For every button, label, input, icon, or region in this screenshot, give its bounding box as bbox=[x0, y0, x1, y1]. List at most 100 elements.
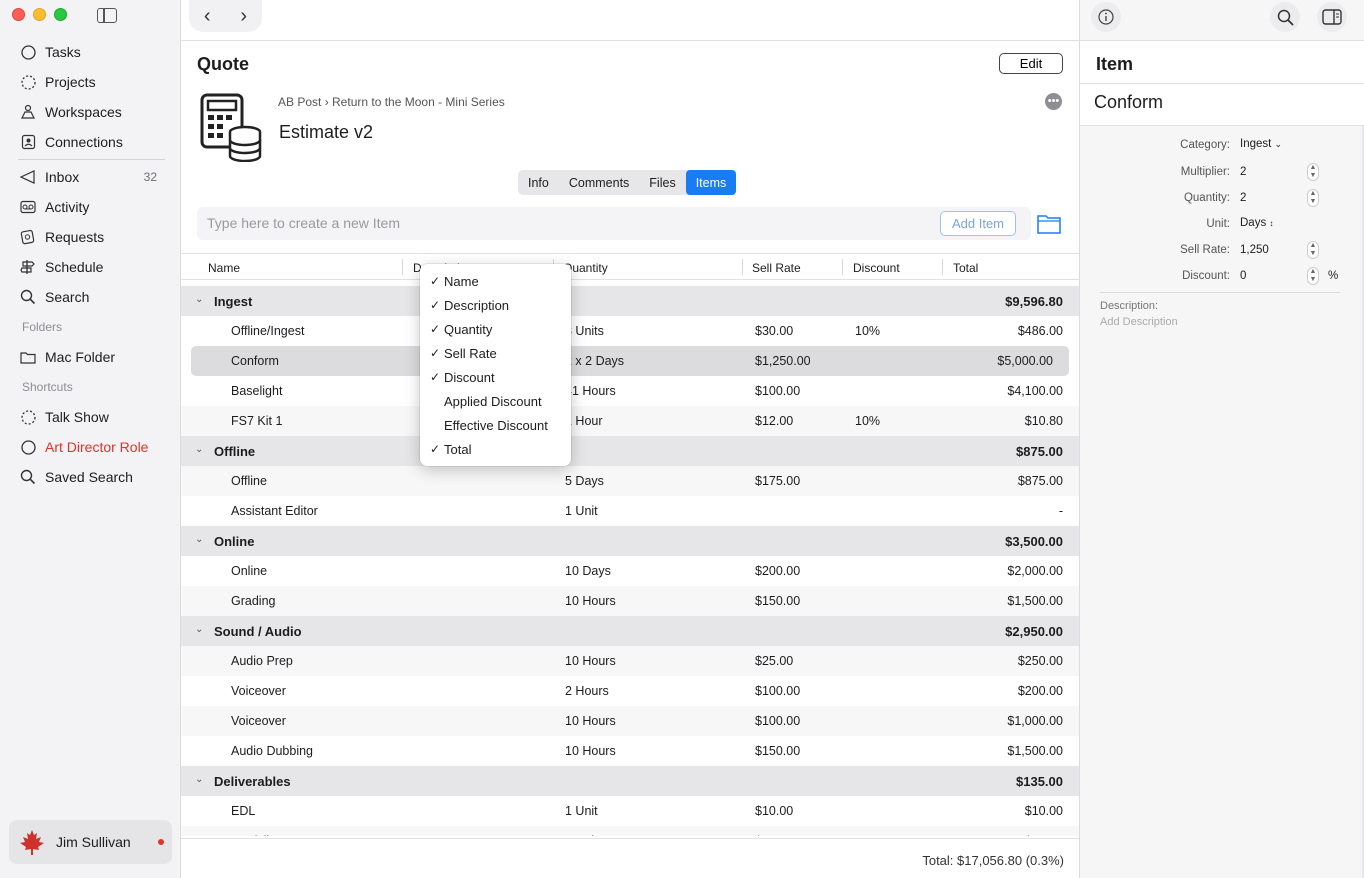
menu-item-name[interactable]: ✓ Name bbox=[420, 269, 571, 293]
description-field[interactable]: Add Description bbox=[1100, 316, 1178, 328]
category-select[interactable]: Ingest ⌄ bbox=[1240, 138, 1282, 150]
sidebar-toggle-icon[interactable] bbox=[97, 8, 117, 23]
sidebar-item-workspaces[interactable]: Workspaces bbox=[0, 99, 181, 125]
checkmark-icon: ✓ bbox=[429, 298, 440, 312]
discount-stepper[interactable]: ▲ ▼ bbox=[1307, 267, 1319, 285]
more-options-icon[interactable]: ••• bbox=[1045, 93, 1062, 110]
item-name: Grading bbox=[231, 594, 276, 608]
shortcut-talk-show[interactable]: Talk Show bbox=[0, 404, 181, 430]
group-total: $3,500.00 bbox=[1005, 534, 1063, 549]
multiplier-field[interactable]: 2 bbox=[1240, 166, 1246, 178]
sidebar-item-requests[interactable]: Requests bbox=[0, 224, 181, 250]
sidebar-item-projects[interactable]: Projects bbox=[0, 69, 181, 95]
quantity-field[interactable]: 2 bbox=[1240, 192, 1246, 204]
chevron-down-icon[interactable]: ⌄ bbox=[195, 624, 203, 635]
info-icon[interactable] bbox=[1091, 2, 1121, 32]
sidebar-item-search[interactable]: Search bbox=[0, 284, 181, 310]
chevron-down-icon[interactable]: ⌄ bbox=[195, 444, 203, 455]
minimize-window-button[interactable] bbox=[33, 8, 46, 21]
column-header-discount[interactable]: Discount bbox=[853, 261, 900, 275]
edit-button[interactable]: Edit bbox=[999, 53, 1063, 74]
table-row[interactable]: Assistant Editor 1 Unit - bbox=[181, 496, 1079, 526]
shortcut-saved-search[interactable]: Saved Search bbox=[0, 464, 181, 490]
menu-item-applied-discount[interactable]: Applied Discount bbox=[420, 389, 571, 413]
quantity-stepper[interactable]: ▲ ▼ bbox=[1307, 189, 1319, 207]
unit-select[interactable]: Days ↕ bbox=[1240, 217, 1273, 229]
new-item-input[interactable] bbox=[207, 215, 907, 231]
add-item-button[interactable]: Add Item bbox=[940, 211, 1016, 236]
back-arrow-icon[interactable]: ‹ bbox=[204, 5, 211, 28]
table-row[interactable]: Baselight 41 Hours $100.00 $4,100.00 bbox=[181, 376, 1079, 406]
column-header-total[interactable]: Total bbox=[953, 261, 978, 275]
chevron-down-icon[interactable]: ⌄ bbox=[195, 534, 203, 545]
tab-files[interactable]: Files bbox=[639, 170, 685, 195]
tab-items[interactable]: Items bbox=[685, 170, 737, 195]
inspector-toggle-icon[interactable] bbox=[1317, 2, 1347, 32]
group-row[interactable]: ⌄ Deliverables $135.00 bbox=[181, 766, 1079, 796]
table-row[interactable]: Voiceover 2 Hours $100.00 $200.00 bbox=[181, 676, 1079, 706]
menu-item-discount[interactable]: ✓ Discount bbox=[420, 365, 571, 389]
sell-rate-stepper[interactable]: ▲ ▼ bbox=[1307, 241, 1319, 259]
group-name: Sound / Audio bbox=[214, 624, 302, 639]
table-row[interactable]: Offline/Ingest 8 Units $30.00 10% $486.00 bbox=[181, 316, 1079, 346]
sidebar-item-activity[interactable]: Activity bbox=[0, 194, 181, 220]
discount-field[interactable]: 0 bbox=[1240, 270, 1246, 282]
sell-rate-field[interactable]: 1,250 bbox=[1240, 244, 1269, 256]
group-total: $135.00 bbox=[1016, 774, 1063, 789]
group-row[interactable]: ⌄ Offline $875.00 bbox=[181, 436, 1079, 466]
table-row[interactable]: Audio Dubbing 10 Hours $150.00 $1,500.00 bbox=[181, 736, 1079, 766]
item-name[interactable]: Conform bbox=[1094, 92, 1163, 113]
group-row[interactable]: ⌄ Sound / Audio $2,950.00 bbox=[181, 616, 1079, 646]
item-quantity: 2 x 2 Days bbox=[565, 354, 625, 368]
item-total: $1,500.00 bbox=[1007, 594, 1063, 608]
sidebar-item-mac-folder[interactable]: Mac Folder bbox=[0, 344, 181, 370]
chevron-down-icon[interactable]: ⌄ bbox=[195, 294, 203, 305]
sidebar-item-label: Requests bbox=[45, 229, 105, 245]
column-header-name[interactable]: Name bbox=[208, 261, 240, 275]
group-row[interactable]: ⌄ Ingest $9,596.80 bbox=[181, 286, 1079, 316]
table-row[interactable]: EDL 1 Unit $10.00 $10.00 bbox=[181, 796, 1079, 826]
group-row[interactable]: ⌄ Online $3,500.00 bbox=[181, 526, 1079, 556]
menu-item-label: Applied Discount bbox=[444, 393, 542, 409]
table-row[interactable]: Prodyll QC 1 Unit $50.00 $50.00 bbox=[181, 826, 1079, 836]
table-row[interactable]: Grading 10 Hours $150.00 $1,500.00 bbox=[181, 586, 1079, 616]
item-name: Voiceover bbox=[231, 714, 286, 728]
column-divider[interactable] bbox=[942, 259, 943, 275]
zoom-window-button[interactable] bbox=[54, 8, 67, 21]
breadcrumb[interactable]: AB Post › Return to the Moon - Mini Seri… bbox=[278, 95, 505, 109]
unit-label: Unit: bbox=[1206, 218, 1230, 230]
search-icon[interactable] bbox=[1270, 2, 1300, 32]
table-row[interactable]: Voiceover 10 Hours $100.00 $1,000.00 bbox=[181, 706, 1079, 736]
column-divider[interactable] bbox=[402, 259, 403, 275]
multiplier-label: Multiplier: bbox=[1180, 166, 1230, 178]
sidebar-item-schedule[interactable]: Schedule bbox=[0, 254, 181, 280]
forward-arrow-icon[interactable]: › bbox=[240, 5, 247, 28]
sidebar-item-inbox[interactable]: Inbox 32 bbox=[0, 164, 181, 190]
menu-item-effective-discount[interactable]: Effective Discount bbox=[420, 413, 571, 437]
menu-item-total[interactable]: ✓ Total bbox=[420, 437, 571, 461]
column-divider[interactable] bbox=[842, 259, 843, 275]
column-header-sell-rate[interactable]: Sell Rate bbox=[752, 261, 801, 275]
table-row[interactable]: FS7 Kit 11 Hour $12.00 10% $10.80 bbox=[181, 406, 1079, 436]
close-window-button[interactable] bbox=[12, 8, 25, 21]
tab-info[interactable]: Info bbox=[518, 170, 559, 195]
sidebar-item-tasks[interactable]: Tasks bbox=[0, 39, 181, 65]
table-row[interactable]: Offline 5 Days $175.00 $875.00 bbox=[181, 466, 1079, 496]
table-row-selected[interactable]: Conform 2 x 2 Days $1,250.00 $5,000.00 bbox=[191, 346, 1069, 376]
menu-item-sell-rate[interactable]: ✓ Sell Rate bbox=[420, 341, 571, 365]
menu-item-quantity[interactable]: ✓ Quantity bbox=[420, 317, 571, 341]
menu-item-description[interactable]: ✓ Description bbox=[420, 293, 571, 317]
tab-comments[interactable]: Comments bbox=[559, 170, 639, 195]
column-visibility-menu: ✓ Name ✓ Description ✓ Quantity ✓ Sell Rate ✓ Dis… bbox=[420, 264, 571, 466]
table-row[interactable]: Online 10 Days $200.00 $2,000.00 bbox=[181, 556, 1079, 586]
user-account-button[interactable]: Jim Sullivan bbox=[9, 820, 172, 864]
multiplier-stepper[interactable]: ▲ ▼ bbox=[1307, 163, 1319, 181]
item-name-field[interactable]: Conform bbox=[1080, 84, 1364, 126]
chevron-down-icon[interactable]: ⌄ bbox=[195, 774, 203, 785]
folder-icon[interactable] bbox=[1037, 214, 1061, 234]
item-total: $5,000.00 bbox=[997, 354, 1053, 368]
shortcut-art-director-role[interactable]: Art Director Role bbox=[0, 434, 181, 460]
sidebar-item-connections[interactable]: Connections bbox=[0, 129, 181, 155]
table-row[interactable]: Audio Prep 10 Hours $25.00 $250.00 bbox=[181, 646, 1079, 676]
column-divider[interactable] bbox=[742, 259, 743, 275]
